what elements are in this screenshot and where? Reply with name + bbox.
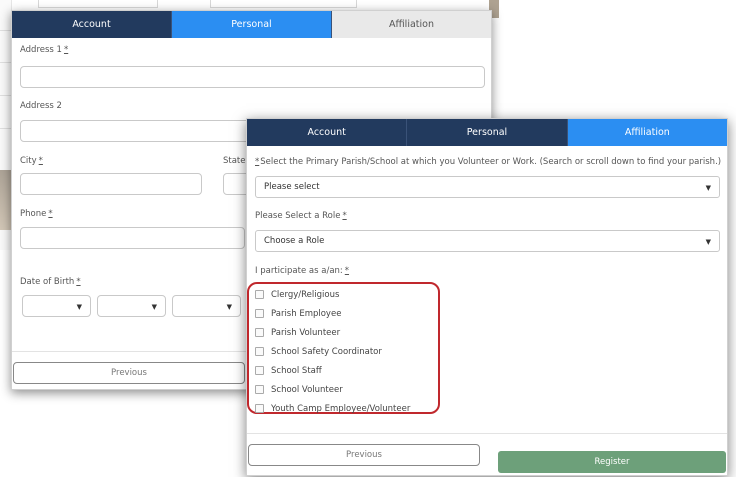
checkbox[interactable] xyxy=(255,290,264,299)
participate-label: I participate as a/an: * xyxy=(255,266,350,276)
phone-label: Phone * xyxy=(20,209,53,219)
city-input[interactable] xyxy=(20,173,202,195)
chevron-down-icon: ▼ xyxy=(226,303,232,311)
checkbox-option[interactable]: School Volunteer xyxy=(255,380,410,399)
form-tabs: Account Personal Affiliation xyxy=(247,119,727,146)
previous-button[interactable]: Previous xyxy=(13,362,245,384)
tab-affiliation[interactable]: Affiliation xyxy=(332,11,491,38)
tab-affiliation[interactable]: Affiliation xyxy=(567,119,727,146)
checkbox-option[interactable]: Parish Volunteer xyxy=(255,323,410,342)
checkbox[interactable] xyxy=(255,309,264,318)
tab-account[interactable]: Account xyxy=(12,11,172,38)
dob-month-select[interactable]: ▼ xyxy=(22,295,91,317)
address1-label: Address 1 * xyxy=(20,45,69,55)
chevron-down-icon: ▼ xyxy=(151,303,157,311)
tab-account[interactable]: Account xyxy=(247,119,408,146)
dob-day-select[interactable]: ▼ xyxy=(97,295,166,317)
tab-personal[interactable]: Personal xyxy=(407,119,568,146)
chevron-down-icon: ▼ xyxy=(705,184,711,192)
role-select[interactable]: Choose a Role ▼ xyxy=(255,230,720,252)
register-button[interactable]: Register xyxy=(498,451,726,473)
divider xyxy=(247,433,727,434)
checkbox-option[interactable]: Youth Camp Employee/Volunteer xyxy=(255,399,410,418)
background-input-fragment xyxy=(210,0,357,8)
tab-personal[interactable]: Personal xyxy=(172,11,332,38)
affiliation-form-window: Account Personal Affiliation *Select the… xyxy=(246,118,728,476)
checkbox[interactable] xyxy=(255,385,264,394)
previous-button[interactable]: Previous xyxy=(248,444,480,466)
background-image-fragment xyxy=(0,170,11,230)
checkbox-option[interactable]: Clergy/Religious xyxy=(255,285,410,304)
address2-label: Address 2 xyxy=(20,101,62,111)
checkbox-option[interactable]: Parish Employee xyxy=(255,304,410,323)
participation-checkbox-list: Clergy/Religious Parish Employee Parish … xyxy=(255,285,410,418)
checkbox[interactable] xyxy=(255,404,264,413)
parish-select[interactable]: Please select ▼ xyxy=(255,176,720,198)
dob-label: Date of Birth * xyxy=(20,277,81,287)
checkbox[interactable] xyxy=(255,366,264,375)
checkbox[interactable] xyxy=(255,328,264,337)
parish-label: *Select the Primary Parish/School at whi… xyxy=(255,157,722,167)
checkbox-option[interactable]: School Safety Coordinator xyxy=(255,342,410,361)
checkbox[interactable] xyxy=(255,347,264,356)
role-label: Please Select a Role * xyxy=(255,211,347,221)
city-label: City * xyxy=(20,156,43,166)
chevron-down-icon: ▼ xyxy=(76,303,82,311)
address1-input[interactable] xyxy=(20,66,485,88)
form-tabs: Account Personal Affiliation xyxy=(12,11,491,38)
state-label: State xyxy=(223,156,246,166)
dob-year-select[interactable]: ▼ xyxy=(172,295,241,317)
phone-input[interactable] xyxy=(20,227,245,249)
chevron-down-icon: ▼ xyxy=(705,238,711,246)
background-input-fragment xyxy=(38,0,158,8)
checkbox-option[interactable]: School Staff xyxy=(255,361,410,380)
